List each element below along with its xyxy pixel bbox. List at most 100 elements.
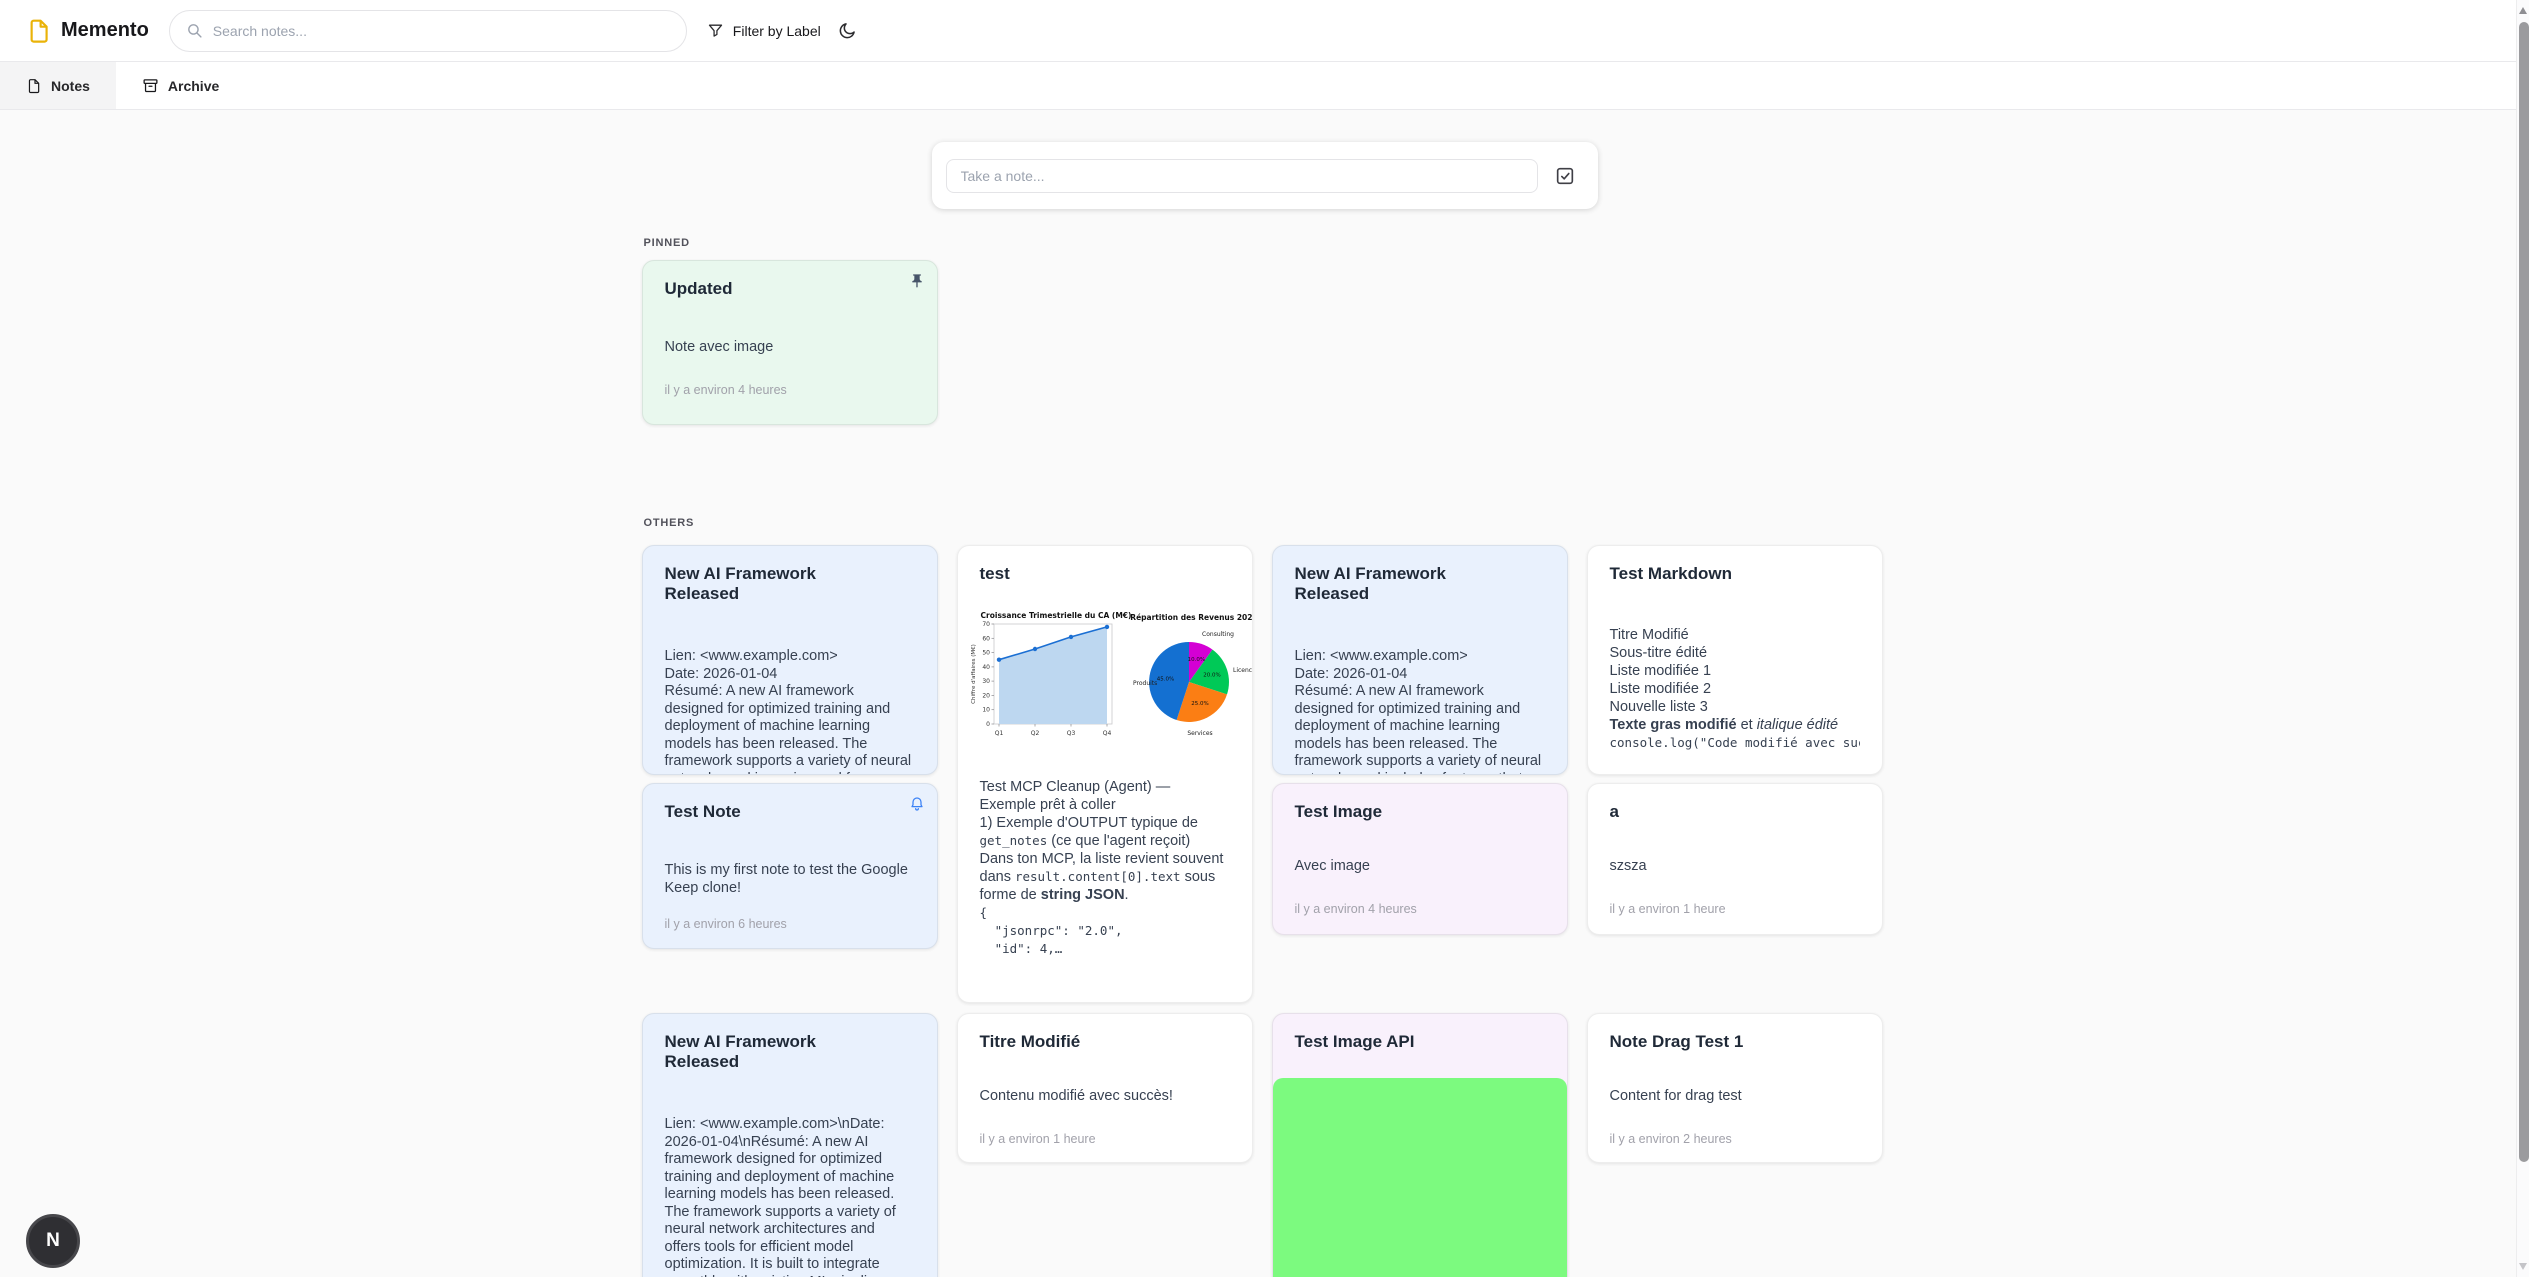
- svg-text:Licences: Licences: [1233, 667, 1253, 674]
- note-card-test-image[interactable]: Test Image Avec image il y a environ 4 h…: [1272, 783, 1568, 935]
- note-title: Updated: [665, 279, 915, 299]
- line-chart-croissance: Croissance Trimestrielle du CA (M€) 0 10: [968, 608, 1120, 748]
- note-body: Contenu modifié avec succès!: [980, 1088, 1230, 1106]
- svg-text:20: 20: [982, 692, 990, 699]
- svg-text:25.0%: 25.0%: [1191, 701, 1208, 707]
- vertical-scrollbar[interactable]: [2516, 0, 2529, 1277]
- note-title: Test Image: [1295, 802, 1545, 822]
- note-timestamp: il y a environ 4 heures: [1295, 902, 1545, 916]
- others-board: New AI Framework Released Lien: <www.exa…: [642, 545, 1888, 1277]
- take-a-note-input[interactable]: [946, 159, 1538, 193]
- note-card-test[interactable]: test Croissance Trimestrielle du CA (M€): [957, 545, 1253, 1003]
- checkbox-icon: [1554, 165, 1576, 187]
- note-title: New AI Framework Released: [1295, 564, 1545, 604]
- user-avatar[interactable]: N: [26, 1214, 80, 1268]
- svg-text:Q3: Q3: [1066, 730, 1075, 737]
- note-body: Lien: <www.example.com> Date: 2026-01-04…: [1295, 648, 1545, 775]
- reminder-bell-icon[interactable]: [909, 796, 925, 817]
- new-checklist-button[interactable]: [1554, 165, 1576, 187]
- header: Memento Filter by Label: [0, 0, 2529, 62]
- app-window: Memento Filter by Label Notes Archive: [0, 0, 2529, 1277]
- filter-button-label: Filter by Label: [733, 23, 821, 39]
- tab-notes-label: Notes: [51, 78, 90, 94]
- note-body: Note avec image: [665, 339, 915, 357]
- note-title: Titre Modifié: [980, 1032, 1230, 1052]
- note-title: New AI Framework Released: [665, 564, 915, 604]
- chart-ylabel: Chiffre d'affaires (M€): [971, 644, 977, 704]
- note-body: Avec image: [1295, 858, 1545, 876]
- note-card-titre-modifie[interactable]: Titre Modifié Contenu modifié avec succè…: [957, 1013, 1253, 1163]
- note-title: test: [980, 564, 1230, 584]
- note-card-test-note[interactable]: Test Note This is my first note to test …: [642, 783, 938, 949]
- note-body: Lien: <www.example.com>\nDate: 2026-01-0…: [665, 1116, 915, 1277]
- note-body: Titre ModifiéSous-titre éditéListe modif…: [1610, 626, 1860, 752]
- note-body: Test MCP Cleanup (Agent) — Exemple prêt …: [980, 778, 1230, 958]
- main-content: PINNED Updated Note avec image il y a en…: [642, 142, 1888, 1277]
- note-title: a: [1610, 802, 1860, 822]
- note-composer[interactable]: [932, 142, 1598, 209]
- note-card-ai-framework-2[interactable]: New AI Framework Released Lien: <www.exa…: [1272, 545, 1568, 775]
- tab-bar: Notes Archive: [0, 62, 2529, 110]
- note-timestamp: il y a environ 1 heure: [980, 1132, 1230, 1146]
- pinned-board: Updated Note avec image il y a environ 4…: [642, 260, 1888, 425]
- filter-funnel-icon: [707, 22, 724, 39]
- note-card-ai-framework-3[interactable]: New AI Framework Released Lien: <www.exa…: [642, 1013, 938, 1277]
- tab-notes[interactable]: Notes: [0, 62, 116, 109]
- note-card-updated[interactable]: Updated Note avec image il y a environ 4…: [642, 260, 938, 425]
- filter-by-label-button[interactable]: Filter by Label: [707, 22, 821, 39]
- note-title: Test Image API: [1295, 1032, 1545, 1052]
- note-card-drag-test[interactable]: Note Drag Test 1 Content for drag test i…: [1587, 1013, 1883, 1163]
- svg-text:70: 70: [982, 621, 990, 628]
- note-body: Content for drag test: [1610, 1088, 1860, 1106]
- search-input[interactable]: [213, 23, 670, 39]
- others-section-label: OTHERS: [644, 517, 1888, 529]
- pinned-section-label: PINNED: [644, 237, 1888, 249]
- note-title: Test Note: [665, 802, 915, 822]
- note-body: This is my first note to test the Google…: [665, 862, 915, 897]
- svg-text:30: 30: [982, 678, 990, 685]
- note-attached-image: [1273, 1078, 1567, 1277]
- note-card-test-image-api[interactable]: Test Image API: [1272, 1013, 1568, 1277]
- svg-text:Q1: Q1: [994, 730, 1003, 737]
- note-card-ai-framework-1[interactable]: New AI Framework Released Lien: <www.exa…: [642, 545, 938, 775]
- pie-chart-revenus: Répartition des Revenus 2024 10.0% 20.0%…: [1132, 610, 1253, 740]
- scrollbar-down-arrow[interactable]: [2519, 1263, 2527, 1270]
- dark-mode-toggle[interactable]: [837, 21, 857, 41]
- note-body: szsza: [1610, 858, 1860, 876]
- archive-tab-icon: [142, 77, 159, 94]
- svg-text:10: 10: [982, 707, 990, 714]
- note-timestamp: il y a environ 2 heures: [1610, 1132, 1860, 1146]
- svg-text:Services: Services: [1187, 730, 1212, 737]
- chart-title: Répartition des Revenus 2024: [1130, 613, 1253, 622]
- svg-text:10.0%: 10.0%: [1187, 657, 1204, 663]
- note-logo-icon: [26, 18, 52, 44]
- search-bar[interactable]: [169, 10, 687, 52]
- svg-text:40: 40: [982, 664, 990, 671]
- svg-text:Produits: Produits: [1133, 680, 1157, 687]
- notes-tab-icon: [26, 78, 42, 94]
- chart-title: Croissance Trimestrielle du CA (M€): [980, 611, 1131, 620]
- search-icon: [186, 22, 203, 39]
- note-card-a[interactable]: a szsza il y a environ 1 heure: [1587, 783, 1883, 935]
- svg-text:50: 50: [982, 650, 990, 657]
- svg-text:0: 0: [986, 721, 990, 728]
- note-timestamp: il y a environ 4 heures: [665, 383, 915, 397]
- svg-text:Q4: Q4: [1102, 730, 1111, 737]
- note-title: New AI Framework Released: [665, 1032, 915, 1072]
- svg-text:Q2: Q2: [1030, 730, 1039, 737]
- note-title: Test Markdown: [1610, 564, 1860, 584]
- tab-archive-label: Archive: [168, 78, 219, 94]
- scrollbar-thumb[interactable]: [2519, 22, 2529, 1162]
- note-chart-images: Croissance Trimestrielle du CA (M€) 0 10: [968, 608, 1242, 748]
- svg-text:Consulting: Consulting: [1202, 631, 1234, 638]
- tab-archive[interactable]: Archive: [116, 62, 245, 109]
- svg-text:45.0%: 45.0%: [1156, 677, 1173, 683]
- note-card-test-markdown[interactable]: Test Markdown Titre ModifiéSous-titre éd…: [1587, 545, 1883, 775]
- svg-text:60: 60: [982, 635, 990, 642]
- scrollbar-up-arrow[interactable]: [2519, 7, 2527, 14]
- note-timestamp: il y a environ 6 heures: [665, 917, 915, 931]
- pin-icon[interactable]: [909, 273, 925, 294]
- note-timestamp: il y a environ 1 heure: [1610, 902, 1860, 916]
- app-title: Memento: [61, 19, 149, 42]
- app-logo: Memento: [26, 18, 149, 44]
